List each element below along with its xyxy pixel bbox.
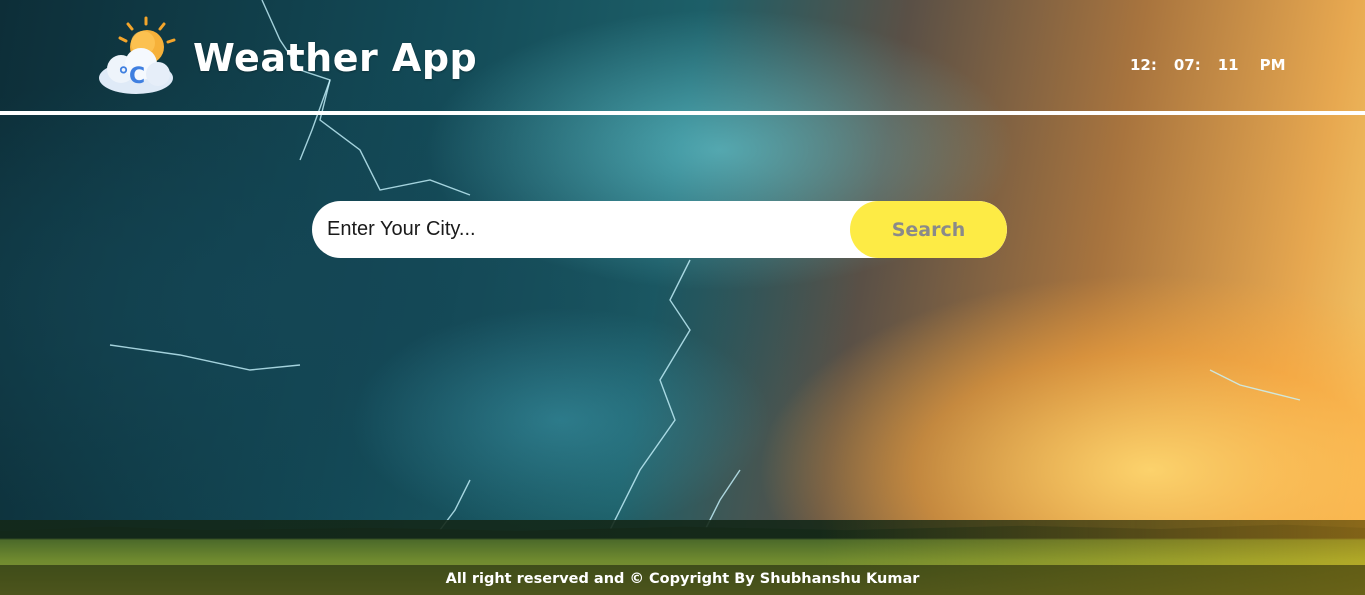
city-search-bar: Search — [312, 201, 1007, 258]
city-search-input[interactable] — [312, 201, 850, 258]
search-button[interactable]: Search — [850, 201, 1007, 258]
clock-hours: 12: — [1130, 56, 1157, 74]
clock-minutes: 07: — [1173, 56, 1201, 74]
app-title: Weather App — [193, 36, 478, 80]
copyright-text: All right reserved and © Copyright By Sh… — [445, 571, 920, 587]
page-footer: All right reserved and © Copyright By Sh… — [0, 565, 1365, 595]
sun-cloud-celsius-icon: °C — [99, 16, 176, 94]
digital-clock: 12: 07: 11 PM — [1130, 56, 1286, 74]
clock-period: PM — [1259, 56, 1286, 74]
app-header: °C Weather App 12: 07: 11 PM — [0, 0, 1365, 115]
svg-text:°C: °C — [118, 64, 145, 89]
clock-seconds: 11 — [1217, 56, 1239, 74]
